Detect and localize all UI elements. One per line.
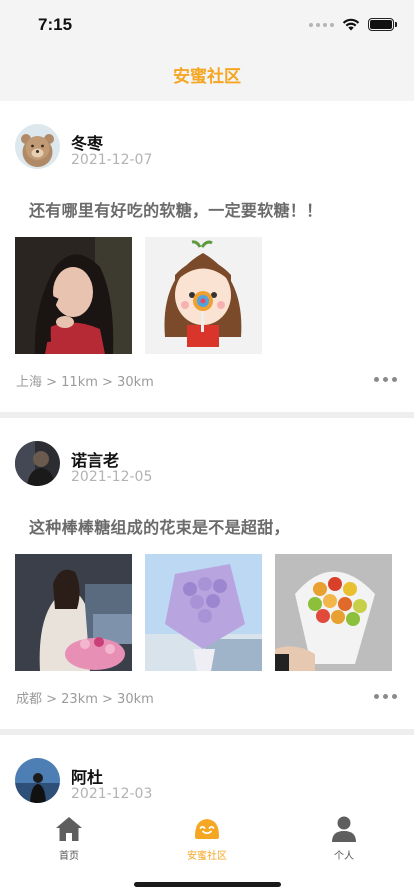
avatar[interactable]: [15, 124, 60, 169]
post-username[interactable]: 诺言老: [71, 447, 119, 471]
post-card[interactable]: 诺言老 2021-12-05 这种棒棒糖组成的花束是不是超甜， 成都 > 23k…: [0, 418, 414, 729]
post-card[interactable]: 阿杜 2021-12-03: [0, 735, 414, 808]
tab-home-label: 首页: [59, 851, 79, 862]
post-photo[interactable]: [15, 554, 132, 671]
post-date: 2021-12-07: [71, 152, 153, 168]
post-date: 2021-12-05: [71, 469, 153, 485]
tab-community-label: 安蜜社区: [187, 851, 227, 862]
post-content: 还有哪里有好吃的软糖，一定要软糖！！: [29, 201, 323, 220]
home-icon: [56, 817, 82, 841]
page-title: 安蜜社区: [173, 67, 241, 87]
post-content: 这种棒棒糖组成的花束是不是超甜，: [29, 518, 290, 537]
post-photo[interactable]: [15, 237, 132, 354]
person-icon: [332, 816, 356, 842]
tab-profile[interactable]: 个人: [299, 814, 389, 862]
top-bar: 7:15 安蜜社区: [0, 0, 414, 101]
post-location: 上海 > 11km > 30km: [16, 375, 154, 390]
post-card[interactable]: 冬枣 2021-12-07 还有哪里有好吃的软糖，一定要软糖！！ 上海 > 11…: [0, 101, 414, 412]
signal-dots-icon: [309, 22, 334, 27]
post-photo[interactable]: [145, 554, 262, 671]
post-date: 2021-12-03: [71, 786, 153, 802]
avatar[interactable]: [15, 758, 60, 803]
post-username[interactable]: 阿杜: [71, 764, 103, 788]
post-location: 成都 > 23km > 30km: [16, 692, 154, 707]
status-time: 7:15: [38, 15, 73, 34]
status-icons: [309, 18, 397, 31]
tab-profile-label: 个人: [334, 851, 354, 862]
more-options-icon[interactable]: [374, 694, 397, 699]
photo-grid: [15, 554, 392, 671]
home-indicator[interactable]: [134, 882, 281, 887]
more-options-icon[interactable]: [374, 377, 397, 382]
app-screen: 7:15 安蜜社区 冬枣 2021-12-07 还有哪里有好吃的软糖，一定要软糖…: [0, 0, 414, 896]
wifi-icon: [342, 18, 360, 31]
post-photo[interactable]: [275, 554, 392, 671]
avatar[interactable]: [15, 441, 60, 486]
post-username[interactable]: 冬枣: [71, 130, 103, 154]
tab-community[interactable]: 安蜜社区: [162, 814, 252, 862]
photo-grid: [15, 237, 262, 354]
tab-home[interactable]: 首页: [24, 814, 114, 862]
post-photo[interactable]: [145, 237, 262, 354]
smile-face-icon: [195, 819, 219, 839]
battery-icon: [368, 18, 397, 31]
